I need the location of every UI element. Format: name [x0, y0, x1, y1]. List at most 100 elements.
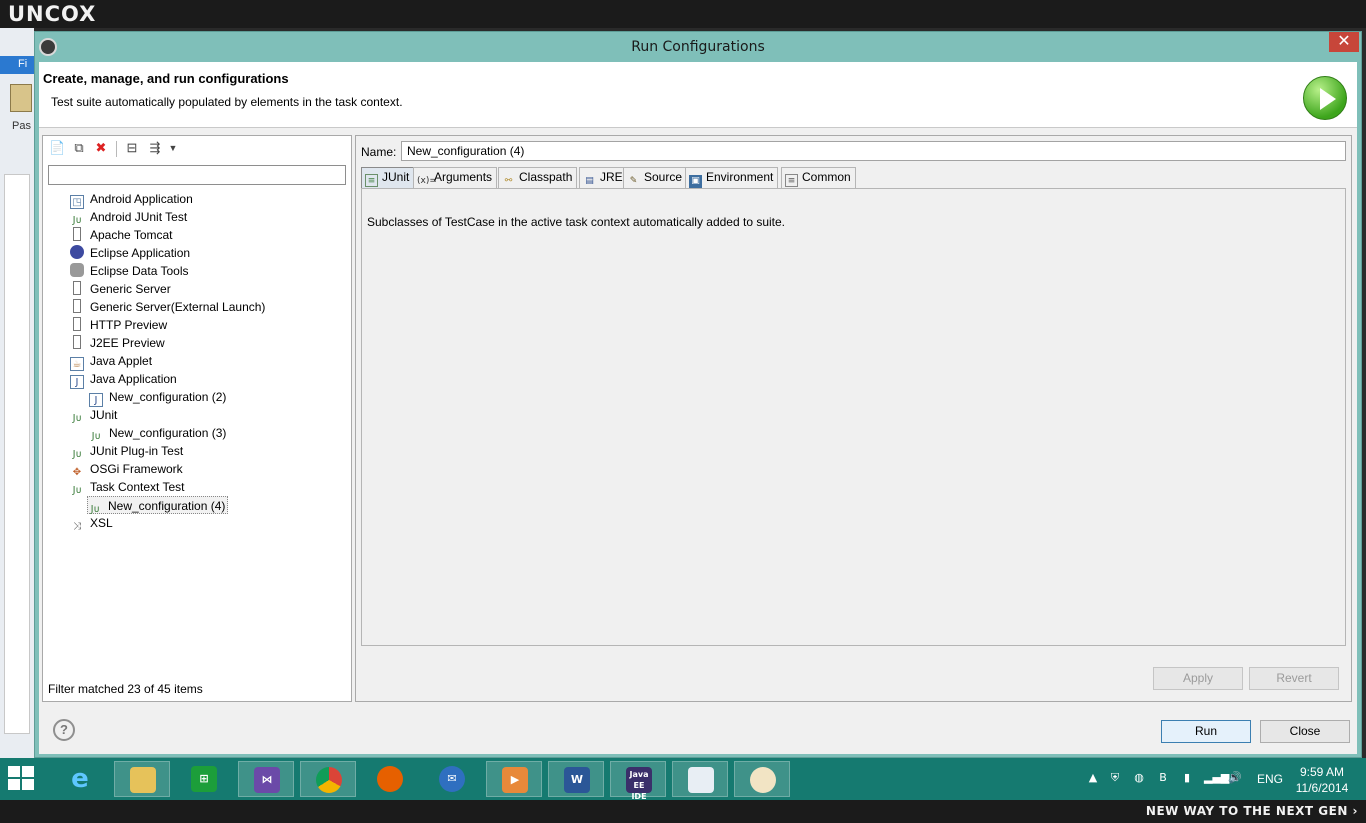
name-field[interactable]: New_configuration (4): [401, 141, 1346, 161]
firefox-icon[interactable]: [362, 761, 418, 797]
clock[interactable]: 9:59 AM 11/6/2014: [1292, 764, 1352, 796]
top-banner: UNCOX: [0, 0, 1366, 28]
tab-classpath[interactable]: ⚯ Classpath: [498, 167, 578, 188]
visual-studio-icon[interactable]: ⋈: [238, 761, 294, 797]
tree-item-eclipse-data-tools[interactable]: Eclipse Data Tools: [70, 262, 189, 280]
thunderbird-glyph: ✉: [439, 766, 465, 792]
filter-icon[interactable]: ⇶: [147, 140, 163, 156]
eclipse-glyph: Java EE IDE: [626, 767, 652, 801]
paste-icon[interactable]: [10, 84, 32, 112]
tree-item-label: Eclipse Data Tools: [90, 264, 189, 278]
duplicate-icon[interactable]: ⧉: [71, 140, 87, 156]
chrome-icon[interactable]: [300, 761, 356, 797]
tree-item-java-application[interactable]: J Java Application: [70, 370, 177, 389]
tab-environment[interactable]: ▣ Environment: [685, 167, 779, 188]
tree-item-eclipse-application[interactable]: Eclipse Application: [70, 244, 190, 262]
tree-item-label: Generic Server(External Launch): [90, 300, 266, 314]
network-globe-icon[interactable]: ◍: [1132, 771, 1146, 785]
eclipse-jee-icon[interactable]: Java EE IDE: [610, 761, 666, 801]
file-explorer-icon[interactable]: [114, 761, 170, 797]
store-icon[interactable]: ⊞: [176, 761, 232, 797]
filter-input[interactable]: [48, 165, 346, 185]
tree-item-label: New_configuration (3): [109, 426, 227, 440]
help-icon[interactable]: ?: [53, 719, 75, 741]
battery-icon[interactable]: ▮: [1180, 771, 1194, 785]
configuration-list-panel: 📄 ⧉ ✖ ⊟ ⇶ ▼ ◳ Android Application Jᴜ Andro…: [42, 135, 352, 702]
tree-item-new-configuration-2[interactable]: J New_configuration (2): [89, 388, 226, 407]
tab-source[interactable]: ✎ Source: [623, 167, 688, 188]
media-glyph: ▶: [502, 767, 528, 793]
header-subtitle: Test suite automatically populated by el…: [51, 95, 403, 109]
clock-time: 9:59 AM: [1299, 765, 1345, 779]
internet-explorer-icon[interactable]: e: [52, 761, 108, 797]
show-hidden-icons[interactable]: ▲: [1086, 771, 1100, 785]
windows-start-icon[interactable]: [8, 766, 36, 792]
tree-item-osgi-framework[interactable]: ✥ OSGi Framework: [70, 460, 183, 478]
tree-item-java-applet[interactable]: ☕ Java Applet: [70, 352, 153, 371]
xsl-icon: ⤨: [73, 521, 81, 532]
tab-arguments[interactable]: (x)=Arguments: [413, 167, 498, 188]
new-config-icon[interactable]: 📄: [49, 140, 65, 156]
close-button[interactable]: Close: [1260, 720, 1350, 743]
window-close-button[interactable]: ✕: [1329, 32, 1359, 52]
collapse-all-icon[interactable]: ⊟: [124, 140, 140, 156]
tree-item-label: XSL: [90, 516, 113, 530]
tray-app-icon[interactable]: B: [1156, 771, 1170, 785]
word-glyph: W: [564, 767, 590, 793]
tree-item-generic-server[interactable]: Generic Server: [70, 280, 171, 298]
background-app-window: Fi Pas: [0, 28, 34, 758]
run-button[interactable]: Run: [1161, 720, 1251, 743]
word-icon[interactable]: W: [548, 761, 604, 797]
tree-item-label: Task Context Test: [90, 480, 185, 494]
delete-icon[interactable]: ✖: [93, 140, 109, 156]
tree-item-android-junit-test[interactable]: Jᴜ Android JUnit Test: [70, 208, 188, 226]
clock-date: 11/6/2014: [1295, 781, 1349, 795]
tree-item-new-configuration-3[interactable]: Jᴜ New_configuration (3): [89, 424, 227, 442]
tree-item-apache-tomcat[interactable]: Apache Tomcat: [70, 226, 173, 244]
revert-button[interactable]: Revert: [1249, 667, 1339, 690]
tree-item-label: Java Applet: [90, 354, 153, 368]
arguments-icon: (x)=: [417, 176, 437, 186]
signal-icon[interactable]: ▂▄▆: [1204, 771, 1229, 785]
ie-glyph: e: [71, 764, 89, 794]
paint-icon[interactable]: [734, 761, 790, 797]
tree-item-task-context-test[interactable]: Jᴜ Task Context Test: [70, 478, 185, 496]
title-bar[interactable]: Run Configurations ✕: [35, 32, 1361, 62]
filter-status: Filter matched 23 of 45 items: [48, 682, 203, 696]
tree-item-new-configuration-4[interactable]: Jᴜ New_configuration (4): [87, 496, 229, 515]
tree-item-xsl[interactable]: ⤨ XSL: [70, 514, 113, 532]
tree-item-j2ee-preview[interactable]: J2EE Preview: [70, 334, 165, 352]
store-glyph: ⊞: [191, 766, 217, 792]
tab-common[interactable]: ≡ Common: [781, 167, 856, 188]
apply-button[interactable]: Apply: [1153, 667, 1243, 690]
tree-item-http-preview[interactable]: HTTP Preview: [70, 316, 167, 334]
junit-tab-icon: ≡: [365, 174, 378, 187]
tree-item-junit-plugin-test[interactable]: Jᴜ JUnit Plug-in Test: [70, 442, 184, 460]
language-indicator[interactable]: ENG: [1257, 772, 1283, 786]
ribbon-file-tab[interactable]: Fi: [0, 56, 34, 74]
security-icon[interactable]: ⛨: [1108, 771, 1122, 785]
tab-jre[interactable]: ▤ JRE: [579, 167, 628, 188]
thunderbird-icon[interactable]: ✉: [424, 761, 480, 797]
tree-item-generic-server-external[interactable]: Generic Server(External Launch): [70, 298, 265, 316]
tree-item-junit[interactable]: Jᴜ JUnit: [70, 406, 118, 424]
volume-icon[interactable]: 🔊: [1228, 771, 1242, 785]
dialog-header: Create, manage, and run configurations T…: [39, 62, 1357, 128]
tree-item-android-application[interactable]: ◳ Android Application: [70, 190, 193, 209]
tab-description: Subclasses of TestCase in the active tas…: [367, 215, 786, 229]
tree-item-label: HTTP Preview: [90, 318, 168, 332]
tab-junit[interactable]: ≡ JUnit: [361, 167, 415, 188]
tree-item-label: JUnit: [90, 408, 118, 422]
document-page: [4, 174, 30, 734]
configuration-tabs: ≡ JUnit (x)=Arguments ⚯ Classpath ▤ JRE ✎ So…: [361, 167, 1346, 188]
tree-item-label: OSGi Framework: [90, 462, 183, 476]
tree-item-label: Generic Server: [90, 282, 171, 296]
media-player-icon[interactable]: ▶: [486, 761, 542, 797]
database-icon: [70, 263, 84, 277]
java-app-icon: J: [89, 393, 103, 407]
dropdown-icon[interactable]: ▼: [165, 140, 181, 156]
tab-label: Environment: [706, 170, 774, 184]
tab-label: JRE: [600, 170, 623, 184]
dialog-client-area: Create, manage, and run configurations T…: [39, 62, 1357, 754]
notepad-icon[interactable]: [672, 761, 728, 797]
